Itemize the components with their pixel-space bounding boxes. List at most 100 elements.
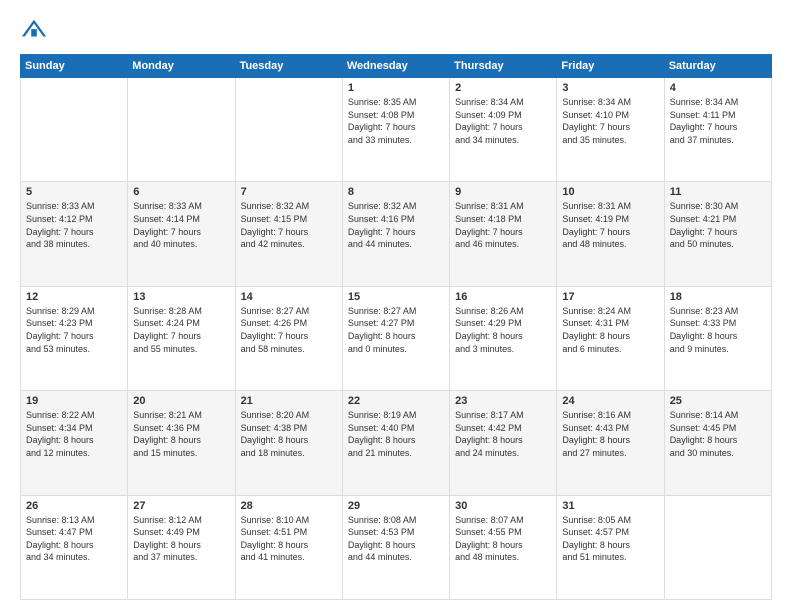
day-info: Sunrise: 8:31 AM Sunset: 4:18 PM Dayligh… [455,200,551,250]
day-number: 22 [348,395,444,407]
day-number: 16 [455,291,551,303]
calendar-cell: 11Sunrise: 8:30 AM Sunset: 4:21 PM Dayli… [664,182,771,286]
calendar-cell: 2Sunrise: 8:34 AM Sunset: 4:09 PM Daylig… [450,78,557,182]
day-number: 6 [133,186,229,198]
calendar-cell: 1 Sunrise: 8:35 AM Sunset: 4:08 PM Daylig… [342,78,449,182]
day-info: Sunrise: 8:35 AM Sunset: 4:08 PM Dayligh… [348,96,444,146]
weekday-header-friday: Friday [557,55,664,78]
calendar-cell: 31 Sunrise: 8:05 AM Sunset: 4:57 PM Dayli… [557,495,664,599]
calendar-cell: 9 Sunrise: 8:31 AM Sunset: 4:18 PM Daylig… [450,182,557,286]
day-number: 28 [241,500,337,512]
day-number: 15 [348,291,444,303]
day-info: Sunrise: 8:10 AM Sunset: 4:51 PM Dayligh… [241,514,337,564]
calendar-cell: 25 Sunrise: 8:14 AM Sunset: 4:45 PM Dayli… [664,391,771,495]
calendar-row-3: 12 Sunrise: 8:29 AM Sunset: 4:23 PM Dayli… [21,286,772,390]
calendar-cell: 19 Sunrise: 8:22 AM Sunset: 4:34 PM Dayli… [21,391,128,495]
day-info: Sunrise: 8:12 AM Sunset: 4:49 PM Dayligh… [133,514,229,564]
day-number: 24 [562,395,658,407]
day-info: Sunrise: 8:32 AM Sunset: 4:15 PM Dayligh… [241,200,337,250]
day-info: Sunrise: 8:14 AM Sunset: 4:45 PM Dayligh… [670,409,766,459]
weekday-header-wednesday: Wednesday [342,55,449,78]
calendar-cell: 26 Sunrise: 8:13 AM Sunset: 4:47 PM Dayli… [21,495,128,599]
day-number: 17 [562,291,658,303]
calendar-cell: 16 Sunrise: 8:26 AM Sunset: 4:29 PM Dayli… [450,286,557,390]
day-info: Sunrise: 8:16 AM Sunset: 4:43 PM Dayligh… [562,409,658,459]
day-number: 18 [670,291,766,303]
day-number: 25 [670,395,766,407]
day-number: 4 [670,82,766,94]
day-number: 10 [562,186,658,198]
calendar-cell: 23Sunrise: 8:17 AM Sunset: 4:42 PM Dayli… [450,391,557,495]
calendar-cell: 22 Sunrise: 8:19 AM Sunset: 4:40 PM Dayli… [342,391,449,495]
day-number: 19 [26,395,122,407]
calendar-cell: 20Sunrise: 8:21 AM Sunset: 4:36 PM Dayli… [128,391,235,495]
day-info: Sunrise: 8:34 AM Sunset: 4:11 PM Dayligh… [670,96,766,146]
calendar-cell: 10 Sunrise: 8:31 AM Sunset: 4:19 PM Dayli… [557,182,664,286]
day-info: Sunrise: 8:29 AM Sunset: 4:23 PM Dayligh… [26,305,122,355]
day-number: 5 [26,186,122,198]
day-info: Sunrise: 8:28 AM Sunset: 4:24 PM Dayligh… [133,305,229,355]
day-info: Sunrise: 8:27 AM Sunset: 4:27 PM Dayligh… [348,305,444,355]
calendar-row-4: 19 Sunrise: 8:22 AM Sunset: 4:34 PM Dayli… [21,391,772,495]
day-info: Sunrise: 8:07 AM Sunset: 4:55 PM Dayligh… [455,514,551,564]
logo [20,16,52,44]
calendar-cell [235,78,342,182]
day-info: Sunrise: 8:31 AM Sunset: 4:19 PM Dayligh… [562,200,658,250]
day-number: 9 [455,186,551,198]
calendar-row-5: 26 Sunrise: 8:13 AM Sunset: 4:47 PM Dayli… [21,495,772,599]
day-info: Sunrise: 8:13 AM Sunset: 4:47 PM Dayligh… [26,514,122,564]
calendar-cell: 7 Sunrise: 8:32 AM Sunset: 4:15 PM Daylig… [235,182,342,286]
calendar-cell: 15 Sunrise: 8:27 AM Sunset: 4:27 PM Dayli… [342,286,449,390]
day-number: 12 [26,291,122,303]
day-info: Sunrise: 8:19 AM Sunset: 4:40 PM Dayligh… [348,409,444,459]
calendar-cell: 27 Sunrise: 8:12 AM Sunset: 4:49 PM Dayli… [128,495,235,599]
day-number: 30 [455,500,551,512]
day-number: 26 [26,500,122,512]
day-number: 13 [133,291,229,303]
calendar-body: 1 Sunrise: 8:35 AM Sunset: 4:08 PM Daylig… [21,78,772,600]
day-info: Sunrise: 8:05 AM Sunset: 4:57 PM Dayligh… [562,514,658,564]
day-number: 3 [562,82,658,94]
calendar-cell: 18 Sunrise: 8:23 AM Sunset: 4:33 PM Dayli… [664,286,771,390]
day-info: Sunrise: 8:08 AM Sunset: 4:53 PM Dayligh… [348,514,444,564]
day-number: 8 [348,186,444,198]
calendar-cell [21,78,128,182]
day-info: Sunrise: 8:24 AM Sunset: 4:31 PM Dayligh… [562,305,658,355]
calendar-cell: 6 Sunrise: 8:33 AM Sunset: 4:14 PM Daylig… [128,182,235,286]
weekday-header-saturday: Saturday [664,55,771,78]
day-info: Sunrise: 8:26 AM Sunset: 4:29 PM Dayligh… [455,305,551,355]
day-number: 27 [133,500,229,512]
calendar-cell: 29 Sunrise: 8:08 AM Sunset: 4:53 PM Dayli… [342,495,449,599]
logo-icon [20,16,48,44]
calendar-row-2: 5 Sunrise: 8:33 AM Sunset: 4:12 PM Daylig… [21,182,772,286]
day-number: 20 [133,395,229,407]
header [20,16,772,44]
calendar-cell [128,78,235,182]
day-info: Sunrise: 8:17 AM Sunset: 4:42 PM Dayligh… [455,409,551,459]
calendar-cell: 4 Sunrise: 8:34 AM Sunset: 4:11 PM Daylig… [664,78,771,182]
calendar-cell [664,495,771,599]
weekday-header-sunday: Sunday [21,55,128,78]
day-info: Sunrise: 8:33 AM Sunset: 4:12 PM Dayligh… [26,200,122,250]
day-info: Sunrise: 8:30 AM Sunset: 4:21 PM Dayligh… [670,200,766,250]
day-number: 7 [241,186,337,198]
day-number: 29 [348,500,444,512]
calendar-header: SundayMondayTuesdayWednesdayThursdayFrid… [21,55,772,78]
calendar-cell: 17 Sunrise: 8:24 AM Sunset: 4:31 PM Dayli… [557,286,664,390]
day-number: 2 [455,82,551,94]
calendar-cell: 14Sunrise: 8:27 AM Sunset: 4:26 PM Dayli… [235,286,342,390]
day-info: Sunrise: 8:23 AM Sunset: 4:33 PM Dayligh… [670,305,766,355]
calendar-cell: 28 Sunrise: 8:10 AM Sunset: 4:51 PM Dayli… [235,495,342,599]
calendar-table: SundayMondayTuesdayWednesdayThursdayFrid… [20,54,772,600]
day-info: Sunrise: 8:22 AM Sunset: 4:34 PM Dayligh… [26,409,122,459]
calendar-cell: 21Sunrise: 8:20 AM Sunset: 4:38 PM Dayli… [235,391,342,495]
day-info: Sunrise: 8:34 AM Sunset: 4:10 PM Dayligh… [562,96,658,146]
day-number: 31 [562,500,658,512]
calendar-cell: 3 Sunrise: 8:34 AM Sunset: 4:10 PM Daylig… [557,78,664,182]
weekday-header-monday: Monday [128,55,235,78]
day-info: Sunrise: 8:27 AM Sunset: 4:26 PM Dayligh… [241,305,337,355]
day-info: Sunrise: 8:20 AM Sunset: 4:38 PM Dayligh… [241,409,337,459]
day-info: Sunrise: 8:33 AM Sunset: 4:14 PM Dayligh… [133,200,229,250]
day-number: 1 [348,82,444,94]
calendar-cell: 13 Sunrise: 8:28 AM Sunset: 4:24 PM Dayli… [128,286,235,390]
